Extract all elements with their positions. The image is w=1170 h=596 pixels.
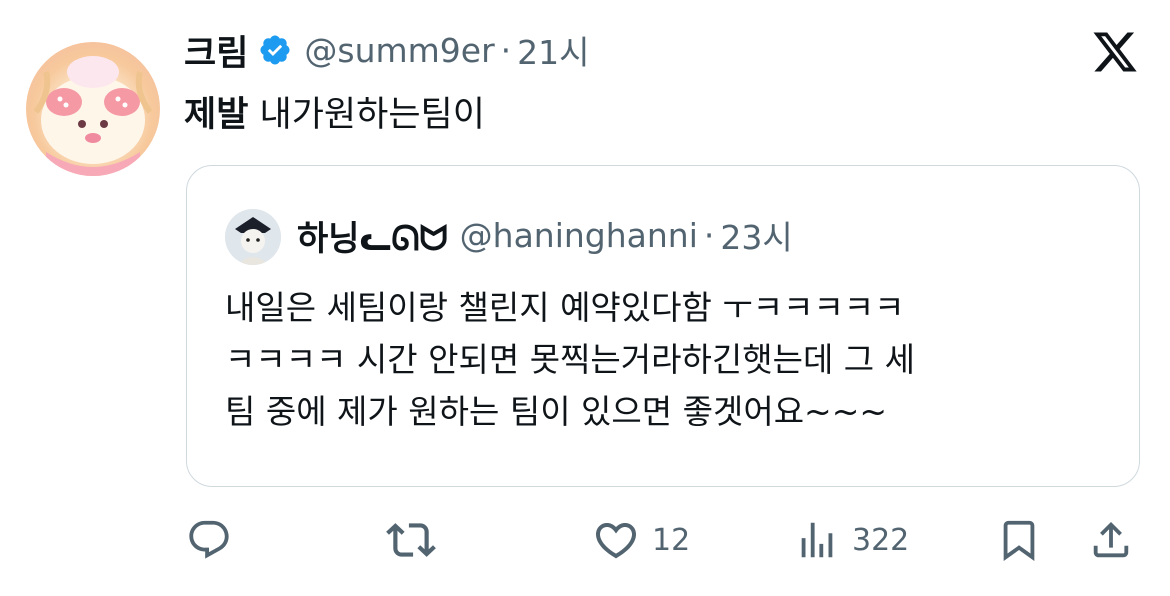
quoted-tweet-text: 내일은 세팀이랑 챌린지 예약있다함 ㅜㅋㅋㅋㅋㅋ ㅋㅋㅋㅋ 시간 안되면 못찍… [225,282,1105,438]
tweet-text-rest: 내가원하는팀이 [248,95,485,135]
views-button[interactable]: 322 [794,512,909,568]
author-avatar[interactable] [26,42,160,176]
quoted-text-line: ㅋㅋㅋㅋ 시간 안되면 못찍는거라하긴햇는데 그 세 [225,340,916,379]
share-icon [1093,521,1129,558]
author-handle[interactable]: @summ9er [304,31,494,70]
bookmark-button[interactable] [996,512,1042,568]
like-button[interactable]: 12 [592,512,690,568]
tweet-text-bold: 제발 [184,95,249,135]
quoted-author-avatar[interactable] [225,209,281,265]
action-bar: 12 322 [0,512,1170,572]
quoted-tweet-header: 하닝ᓚᘏᗢ @haninghanni · 23시 [297,211,793,260]
x-logo-icon [1093,32,1137,72]
tweet-header: 크림 @summ9er · 21시 [184,30,590,74]
tweet-text: 제발 내가원하는팀이 [184,86,485,137]
share-button[interactable] [1088,512,1134,568]
timestamp[interactable]: 21시 [517,26,589,74]
verified-badge-icon [260,35,290,65]
views-icon [801,522,833,558]
quoted-text-line: 팀 중에 제가 원하는 팀이 있으면 좋겟어요~~~ [225,392,888,431]
reply-icon [189,520,229,559]
like-count: 12 [652,522,691,558]
quoted-text-line: 내일은 세팀이랑 챌린지 예약있다함 ㅜㅋㅋㅋㅋㅋ [225,288,905,327]
heart-icon [595,523,637,559]
retweet-icon [386,523,436,557]
bookmark-icon [1003,520,1035,561]
views-count: 322 [852,522,910,558]
separator: · [500,30,512,70]
quoted-separator: · [703,215,715,255]
quoted-tweet-card[interactable]: 하닝ᓚᘏᗢ @haninghanni · 23시 내일은 세팀이랑 챌린지 예약… [186,165,1140,487]
retweet-button[interactable] [386,512,436,568]
quoted-author-handle[interactable]: @haninghanni [460,216,698,255]
reply-button[interactable] [186,512,232,568]
author-name[interactable]: 크림 [184,25,248,76]
quoted-author-name[interactable]: 하닝ᓚᘏᗢ [297,211,448,260]
quoted-timestamp[interactable]: 23시 [720,211,792,259]
